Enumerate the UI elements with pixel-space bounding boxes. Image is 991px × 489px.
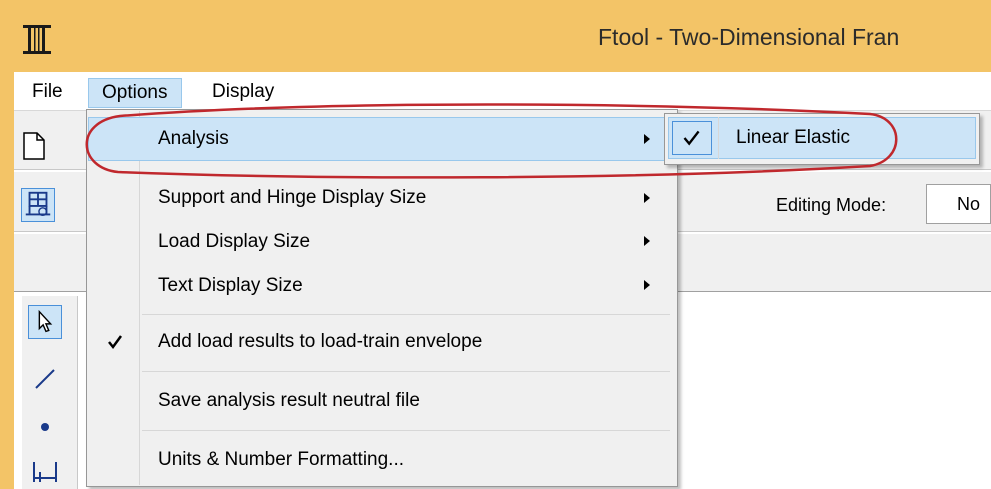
frame-model-icon <box>25 191 51 217</box>
menu-file[interactable]: File <box>24 78 71 108</box>
editing-mode-label: Editing Mode: <box>776 195 887 215</box>
menu-item-support-hinge-size-label: Support and Hinge Display Size <box>158 187 427 208</box>
submenu-arrow-icon <box>644 236 650 246</box>
new-document-icon[interactable] <box>20 131 48 161</box>
checkmark-icon <box>108 335 123 350</box>
submenu-arrow-icon <box>644 280 650 290</box>
menu-item-load-display-size-label: Load Display Size <box>158 231 311 252</box>
menu-separator <box>142 314 670 315</box>
node-dot-icon <box>41 423 49 431</box>
submenu-arrow-icon <box>644 193 650 203</box>
title-bar: Ftool - Two-Dimensional Fran <box>0 0 991 72</box>
menu-item-analysis-label: Analysis <box>158 128 229 149</box>
menu-separator <box>142 371 670 372</box>
pointer-arrow-icon <box>38 309 53 333</box>
menu-display[interactable]: Display <box>204 78 282 108</box>
submenu-arrow-icon <box>644 134 650 144</box>
menu-bar: File Options Display <box>14 72 991 110</box>
menu-options[interactable]: Options <box>88 78 183 108</box>
menu-item-units-formatting-label: Units & Number Formatting... <box>158 449 405 470</box>
checkmark-icon <box>683 130 700 146</box>
submenu-check-box <box>672 121 712 155</box>
ftool-pi-icon <box>23 25 51 54</box>
menu-separator <box>142 430 670 431</box>
editing-mode-select[interactable]: No <box>926 184 991 224</box>
support-icon <box>33 462 57 482</box>
node-tool-button[interactable] <box>28 410 62 444</box>
line-member-icon <box>35 369 55 389</box>
frame-model-button[interactable] <box>21 188 55 222</box>
menu-item-text-display-size-label: Text Display Size <box>158 275 303 296</box>
window-title: Ftool - Two-Dimensional Fran <box>598 24 900 50</box>
submenu-gutter-line <box>718 117 719 159</box>
support-tool-button[interactable] <box>28 452 62 486</box>
line-tool-button[interactable] <box>28 362 62 396</box>
menu-item-save-neutral-file-label: Save analysis result neutral file <box>158 390 420 411</box>
submenu-item-linear-elastic-label: Linear Elastic <box>736 127 851 148</box>
select-tool-button[interactable] <box>28 305 62 339</box>
menu-item-add-load-results-label: Add load results to load-train envelope <box>158 331 483 352</box>
